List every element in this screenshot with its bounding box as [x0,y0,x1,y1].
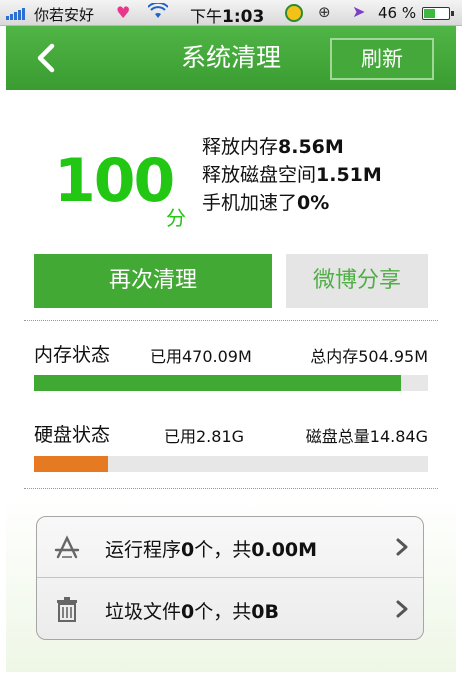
list-item-label: 垃圾文件0个，共0B [105,601,279,623]
weibo-share-button[interactable]: 微博分享 [286,254,428,308]
memory-status-label: 内存状态 [34,344,111,366]
disk-total: 磁盘总量14.84G [305,427,428,446]
battery-percent: 46 % [378,4,417,22]
disk-usage-bar [34,456,428,472]
memory-usage-bar [34,375,428,391]
disk-freed-stat: 释放磁盘空间1.51M [202,164,382,186]
app-store-icon [53,533,81,561]
wifi-icon [147,1,169,23]
memory-usage-fill [34,375,401,391]
list-item-running-apps[interactable]: 运行程序0个，共0.00M [37,517,423,578]
trash-icon [53,595,81,623]
refresh-button[interactable]: 刷新 [330,38,434,80]
rotation-lock-icon: ⊕ [318,3,331,21]
app-360-icon [285,4,303,22]
memory-total: 总内存504.95M [310,347,428,366]
cleanup-list: 运行程序0个，共0.00M 垃圾文件0个，共0B [36,516,424,640]
signal-icon [6,8,25,20]
divider [24,488,438,489]
speedup-stat: 手机加速了0% [202,192,330,214]
score-unit: 分 [166,206,186,230]
clean-score: 100 [54,146,175,216]
chevron-right-icon [395,599,409,619]
disk-status-label: 硬盘状态 [34,424,111,446]
memory-freed-stat: 释放内存8.56M [202,136,344,158]
battery-icon [422,7,450,20]
chevron-right-icon [395,537,409,557]
back-arrow-icon[interactable] [32,40,62,76]
status-bar: 你若安好 ♥ 下午1:03 ⊕ ➤ 46 % [0,0,462,27]
clean-again-button[interactable]: 再次清理 [34,254,272,308]
header-bar: 系统清理 刷新 [6,26,456,90]
disk-used: 已用2.81G [164,427,245,446]
content-area: 100 分 释放内存8.56M 释放磁盘空间1.51M 手机加速了0% 再次清理… [6,90,456,672]
battery-tip [451,11,454,16]
location-icon: ➤ [352,2,366,21]
memory-used: 已用470.09M [150,347,252,366]
carrier-name: 你若安好 [34,6,95,24]
clock: 下午1:03 [190,7,265,27]
list-item-label: 运行程序0个，共0.00M [105,539,318,561]
list-item-junk-files[interactable]: 垃圾文件0个，共0B [37,579,423,639]
disk-usage-fill [34,456,109,472]
divider [24,320,438,321]
heart-icon: ♥ [116,3,131,22]
